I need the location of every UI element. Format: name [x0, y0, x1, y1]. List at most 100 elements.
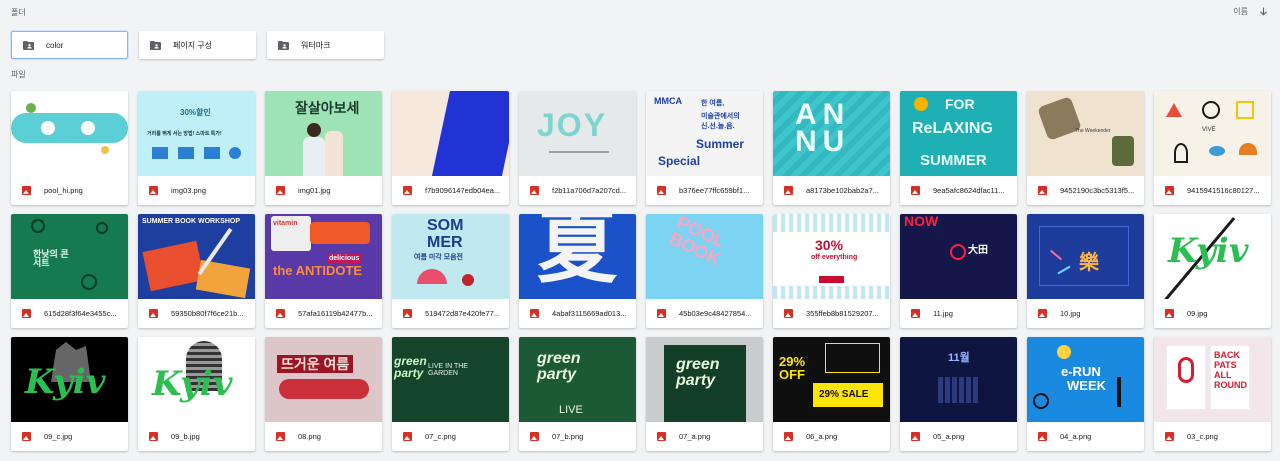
thumb-text: 뜨거운 여름 [277, 355, 354, 373]
thumb-text: JOY [537, 107, 608, 143]
file-thumbnail: e-RUN WEEK [1027, 337, 1144, 422]
thumb-text: Kyiv [25, 362, 106, 402]
folder-name: 워터마크 [301, 40, 331, 50]
sort-direction-arrow-icon[interactable] [1258, 7, 1268, 17]
file-card[interactable]: vitamin delicious the ANTIDOTE 57afa1611… [265, 214, 382, 328]
file-card[interactable]: Kyiv 09.jpg [1154, 214, 1271, 328]
shared-folder-icon [278, 40, 289, 50]
file-thumbnail: 30%할인 거리를 뛰게 서는 방법! 스마트 특가! [138, 91, 255, 176]
folder-color[interactable]: color [11, 31, 128, 59]
image-file-icon [403, 309, 412, 318]
thumb-text: 여름 미각 모음전 [414, 254, 463, 261]
thumb-text: e-RUN [1061, 364, 1101, 379]
thumb-text: SOM [427, 217, 464, 234]
file-name: 09_c.jpg [44, 432, 73, 441]
file-name: 519472d87e420fe77... [425, 309, 501, 318]
file-card[interactable]: LIVE IN THE GARDEN green party 07_c.png [392, 337, 509, 451]
file-card[interactable]: green party 07_a.png [646, 337, 763, 451]
file-name: 10.jpg [1060, 309, 1081, 318]
image-file-icon [22, 309, 31, 318]
file-card[interactable]: MMCA 한 여름, 미술관에서의 신.선.놀.음. Summer Specia… [646, 91, 763, 205]
thumb-text: off everything [811, 254, 858, 261]
thumb-text: POOL BOOK [666, 214, 729, 270]
image-file-icon [530, 186, 539, 195]
file-card[interactable]: SUMMER BOOK WORKSHOP 59350b80f7f6ce21b..… [138, 214, 255, 328]
file-thumbnail: 樂 [1027, 214, 1144, 299]
file-card[interactable]: POOL BOOK 45b03e9c48427854... [646, 214, 763, 328]
file-card[interactable]: 夏 4abaf3115669ad013... [519, 214, 636, 328]
image-file-icon [22, 186, 31, 195]
file-thumbnail: SUMMER BOOK WORKSHOP [138, 214, 255, 299]
folder-list: color 페이지 구성 워터마크 [11, 31, 384, 59]
file-name: 615d28f3f64e3455c... [44, 309, 117, 318]
thumb-text: 11월 [948, 352, 970, 364]
file-card[interactable]: ANNU a8173be102bab2a7... [773, 91, 890, 205]
file-card[interactable]: f7b9096147edb04ea... [392, 91, 509, 205]
file-card[interactable]: Kyiv 09_c.jpg [11, 337, 128, 451]
file-thumbnail: Kyiv [1154, 214, 1271, 299]
thumb-text: Kyiv [1168, 231, 1249, 271]
file-name: a8173be102bab2a7... [806, 186, 879, 195]
file-card[interactable]: 잘살아보세 img01.jpg [265, 91, 382, 205]
file-thumbnail: vitamin delicious the ANTIDOTE [265, 214, 382, 299]
image-file-icon [149, 432, 158, 441]
image-file-icon [911, 432, 920, 441]
file-thumbnail: 夏 [519, 214, 636, 299]
sort-label[interactable]: 이름 [1233, 6, 1248, 17]
thumb-text: 29% SALE [819, 389, 869, 400]
file-name: f7b9096147edb04ea... [425, 186, 501, 195]
file-name: 05_a.png [933, 432, 965, 441]
file-card[interactable]: JOY f2b11a706d7a207cd... [519, 91, 636, 205]
thumb-text: LIVE IN THE GARDEN [428, 363, 468, 377]
image-file-icon [403, 186, 412, 195]
file-name: 355ffeb8b81529207... [806, 309, 879, 318]
file-name: pool_hi.png [44, 186, 83, 195]
file-thumbnail: POOL BOOK [646, 214, 763, 299]
thumb-text: FOR [945, 96, 975, 112]
thumb-text: 大田 [968, 245, 988, 256]
file-thumbnail [392, 91, 509, 176]
file-card[interactable]: SOM MER 여름 미각 모음전 519472d87e420fe77... [392, 214, 509, 328]
file-name: 11.jpg [933, 309, 953, 318]
file-name: 07_a.png [679, 432, 711, 441]
file-name: 4abaf3115669ad013... [552, 309, 627, 318]
thumb-text: 夏 [537, 214, 617, 294]
file-name: 07_c.png [425, 432, 456, 441]
folder-page-layout[interactable]: 페이지 구성 [139, 31, 256, 59]
file-name: img01.jpg [298, 186, 331, 195]
file-card[interactable]: 한낮의 콘서트 615d28f3f64e3455c... [11, 214, 128, 328]
file-grid: pool_hi.png 30%할인 거리를 뛰게 서는 방법! 스마트 특가! … [11, 91, 1271, 451]
file-thumbnail: LIVE IN THE GARDEN green party [392, 337, 509, 422]
image-file-icon [1165, 186, 1174, 195]
image-file-icon [530, 309, 539, 318]
file-card[interactable]: 29% OFF 29% SALE 06_a.png [773, 337, 890, 451]
file-card[interactable]: BACK PATS ALL ROUND 03_c.png [1154, 337, 1271, 451]
file-card[interactable]: The Weekender 9452190c3bc5313f5... [1027, 91, 1144, 205]
file-card[interactable]: VIVE 9415941516c80127... [1154, 91, 1271, 205]
folder-watermark[interactable]: 워터마크 [267, 31, 384, 59]
file-card[interactable]: 11월 05_a.png [900, 337, 1017, 451]
file-card[interactable]: pool_hi.png [11, 91, 128, 205]
file-card[interactable]: NOW 大田 11.jpg [900, 214, 1017, 328]
file-thumbnail: NOW 大田 [900, 214, 1017, 299]
thumb-text: OFF [779, 367, 805, 382]
file-card[interactable]: e-RUN WEEK 04_a.png [1027, 337, 1144, 451]
file-card[interactable]: 30%할인 거리를 뛰게 서는 방법! 스마트 특가! img03.png [138, 91, 255, 205]
file-card[interactable]: 30% off everything 355ffeb8b81529207... [773, 214, 890, 328]
thumb-text: 잘살아보세 [295, 100, 360, 116]
file-card[interactable]: green party LIVE 07_b.png [519, 337, 636, 451]
file-thumbnail: FOR ReLAXING SUMMER [900, 91, 1017, 176]
file-name: 08.png [298, 432, 321, 441]
folder-name: 페이지 구성 [173, 40, 213, 50]
image-file-icon [784, 186, 793, 195]
image-file-icon [276, 432, 285, 441]
file-name: 9415941516c80127... [1187, 186, 1260, 195]
file-name: 45b03e9c48427854... [679, 309, 752, 318]
file-card[interactable]: Kyiv 09_b.jpg [138, 337, 255, 451]
thumb-text: the ANTIDOTE [273, 263, 363, 278]
image-file-icon [1165, 309, 1174, 318]
file-card[interactable]: FOR ReLAXING SUMMER 9ea5afc8624dfac11... [900, 91, 1017, 205]
file-card[interactable]: 樂 10.jpg [1027, 214, 1144, 328]
thumb-text: ALL [1214, 370, 1232, 380]
file-card[interactable]: 뜨거운 여름 08.png [265, 337, 382, 451]
